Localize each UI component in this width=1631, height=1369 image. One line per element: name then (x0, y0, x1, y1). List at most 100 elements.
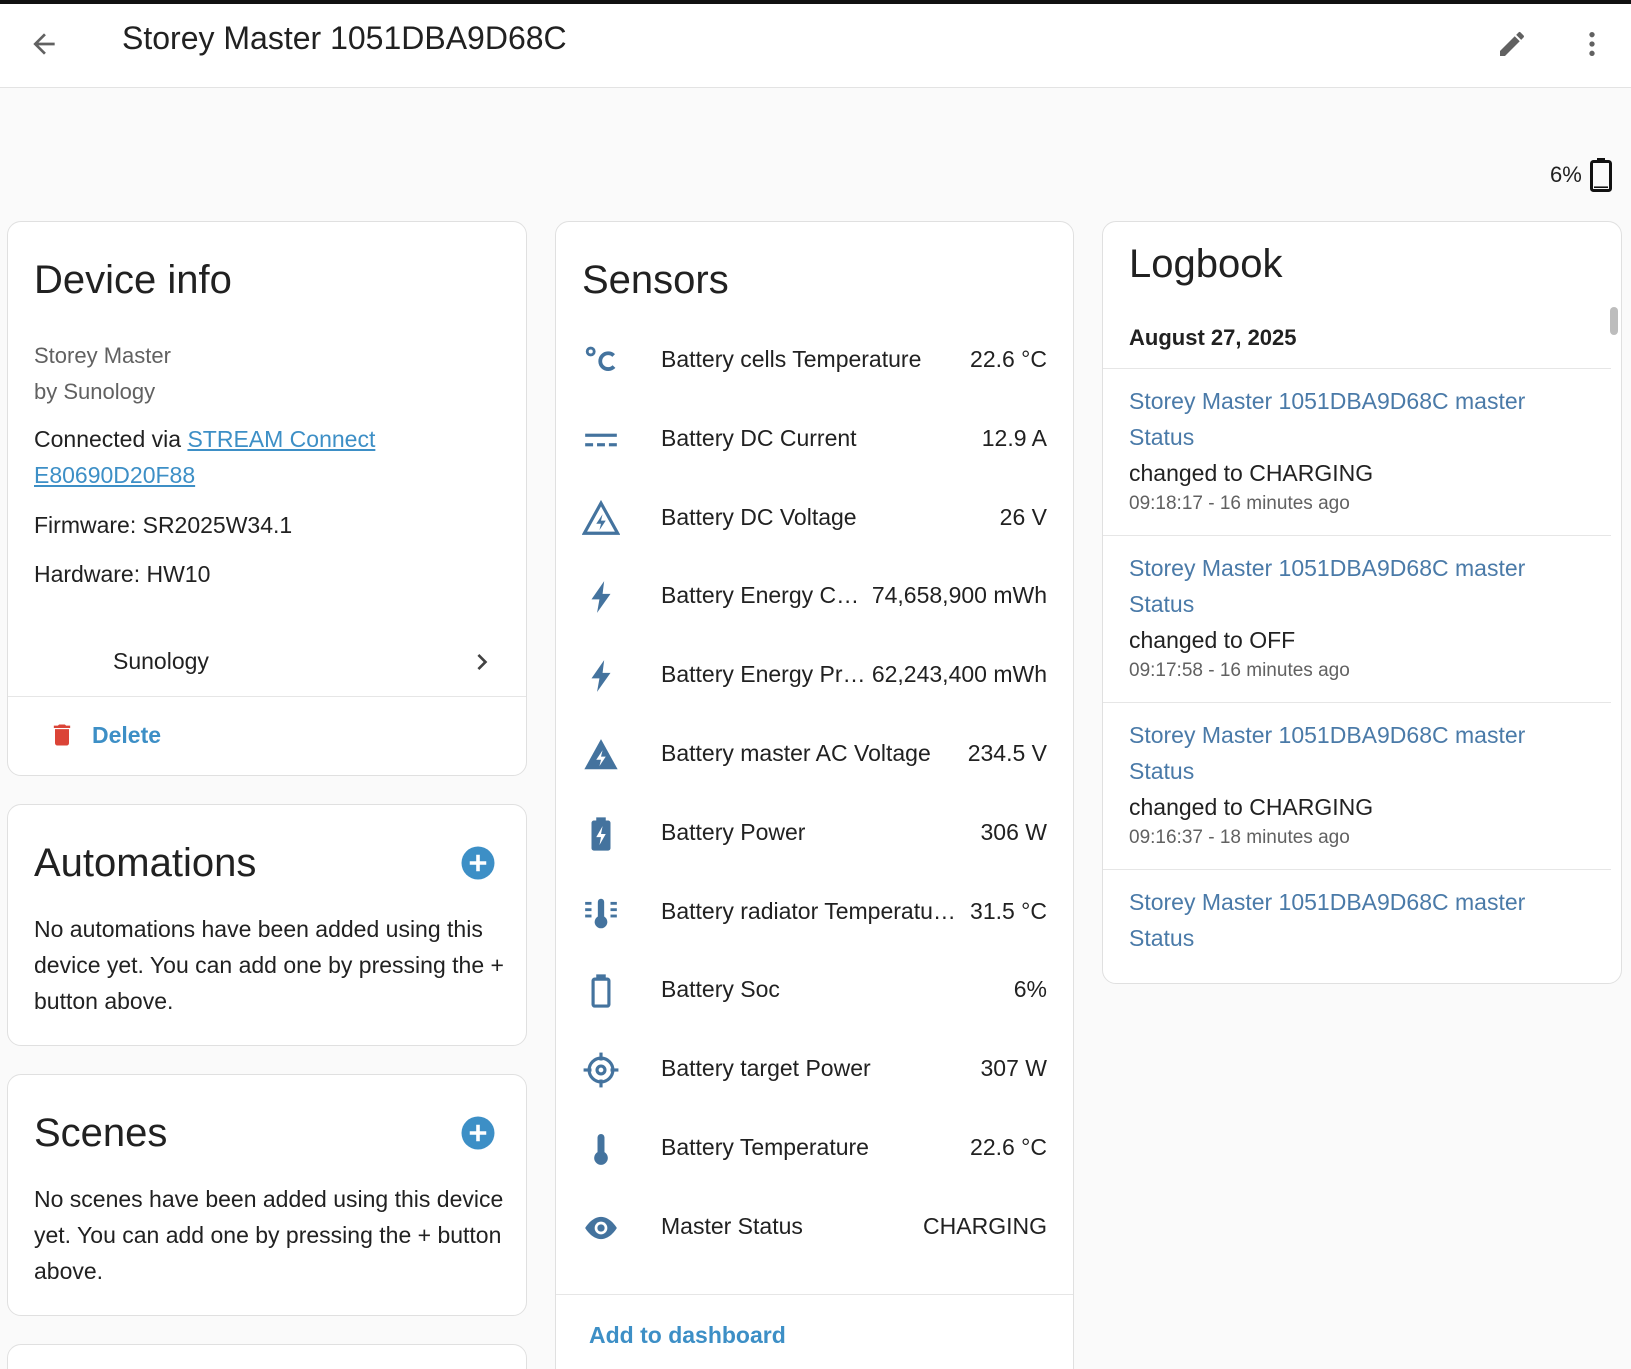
logbook-entity-link[interactable]: Storey Master 1051DBA9D68C master Status (1129, 717, 1549, 789)
card-divider (8, 696, 526, 697)
logbook-entity-link[interactable]: Storey Master 1051DBA9D68C master Status (1129, 550, 1549, 622)
sensor-row[interactable]: Battery Soc 6% (556, 952, 1075, 1031)
sensor-value: 307 W (980, 1055, 1047, 1082)
sensor-row[interactable]: Battery target Power 307 W (556, 1031, 1075, 1110)
connected-via-label: Connected via (34, 426, 182, 452)
more-options-button[interactable] (1572, 24, 1612, 64)
back-button[interactable] (24, 24, 64, 64)
chevron-right-icon (477, 654, 488, 670)
add-to-dashboard-button[interactable]: Add to dashboard (589, 1322, 786, 1349)
sensor-row[interactable]: Battery Energy Pr… 62,243,400 mWh (556, 637, 1075, 716)
logbook-change: changed to OFF (1129, 627, 1296, 653)
battery-charging-icon (582, 815, 620, 853)
logbook-entry: Storey Master 1051DBA9D68C master Status… (1103, 535, 1611, 702)
logbook-scrollbar[interactable] (1610, 307, 1618, 335)
battery-icon (1589, 158, 1612, 192)
sensor-value: CHARGING (923, 1212, 1047, 1239)
logbook-timestamp[interactable]: 09:16:37 - 18 minutes ago (1129, 827, 1350, 849)
integration-link-sunology[interactable]: Sunology (8, 632, 526, 694)
sensor-name: Battery radiator Temperatu… (661, 897, 956, 924)
hardware-version: Hardware: HW10 (34, 561, 211, 587)
sensor-name: Battery Energy Pr… (661, 661, 866, 688)
sensors-title: Sensors (582, 258, 729, 302)
sensor-row[interactable]: Battery DC Voltage 26 V (556, 480, 1075, 559)
app-bar: Storey Master 1051DBA9D68C (0, 4, 1631, 88)
add-automation-button[interactable] (460, 845, 496, 881)
sensor-name: Battery master AC Voltage (661, 740, 931, 766)
pencil-icon (1500, 31, 1525, 56)
thermometer-icon (582, 1130, 620, 1168)
device-model: Storey Master by Sunology (34, 338, 171, 410)
logbook-entity-link[interactable]: Storey Master 1051DBA9D68C master Status (1129, 884, 1549, 956)
scripts-card-partial (7, 1344, 527, 1369)
sensors-card: Sensors Battery cells Temperature 22.6 °C… (555, 221, 1074, 1369)
device-manufacturer: by Sunology (34, 379, 156, 404)
sensor-name: Battery target Power (661, 1055, 871, 1082)
logbook-entry: Storey Master 1051DBA9D68C master Status… (1103, 368, 1611, 535)
automations-empty-text: No automations have been added using thi… (34, 916, 504, 1014)
device-info-card: Device info Storey Master by Sunology Co… (7, 221, 527, 776)
sensor-row[interactable]: Battery Power 306 W (556, 795, 1075, 874)
sensor-value: 234.5 V (967, 740, 1047, 766)
connected-via-link-line2: E80690D20F88 (34, 462, 196, 488)
scenes-card: Scenes No scenes have been added using t… (7, 1074, 527, 1316)
logbook-entry: Storey Master 1051DBA9D68C master Status… (1103, 702, 1611, 869)
delete-device-button[interactable]: Delete (48, 719, 161, 751)
sensor-value: 62,243,400 mWh (871, 661, 1047, 688)
logbook-timestamp[interactable]: 09:18:17 - 16 minutes ago (1129, 493, 1350, 515)
sensor-name: Battery Soc (661, 976, 780, 1003)
automations-title: Automations (34, 841, 257, 885)
edit-button[interactable] (1492, 24, 1532, 64)
delete-label: Delete (92, 721, 162, 748)
device-info-title: Device info (34, 258, 232, 302)
eye-icon (582, 1209, 620, 1247)
arrow-left-icon (33, 33, 55, 55)
sensor-row[interactable]: Master Status CHARGING (556, 1189, 1075, 1268)
sensor-name: Battery cells Temperature (661, 346, 922, 372)
device-model-name: Storey Master (34, 343, 171, 368)
sensor-name: Battery Power (661, 818, 806, 845)
logbook-change: changed to CHARGING (1129, 794, 1374, 820)
battery-level-indicator: 6% (1550, 158, 1612, 192)
logbook-entry: Storey Master 1051DBA9D68C master Status (1103, 869, 1611, 983)
crosshairs-icon (582, 1051, 620, 1089)
sensor-row[interactable]: Battery cells Temperature 22.6 °C (556, 322, 1075, 401)
card-divider (556, 1294, 1073, 1295)
sensor-row[interactable]: Battery DC Current 12.9 A (556, 401, 1075, 480)
flash-triangle-outline-icon (582, 499, 620, 538)
integration-label: Sunology (113, 648, 209, 674)
logbook-entity-link[interactable]: Storey Master 1051DBA9D68C master Status (1129, 383, 1549, 455)
logbook-date: August 27, 2025 (1129, 325, 1297, 350)
flash-triangle-icon (582, 736, 620, 774)
add-scene-button[interactable] (460, 1115, 496, 1151)
scenes-title: Scenes (34, 1111, 168, 1155)
sensor-value: 306 W (980, 818, 1047, 845)
lightning-bolt-icon (582, 657, 620, 695)
sensor-value: 22.6 °C (970, 346, 1047, 372)
current-dc-icon (582, 421, 620, 459)
scenes-empty-text: No scenes have been added using this dev… (34, 1186, 504, 1284)
sensor-name: Battery Temperature (661, 1134, 869, 1160)
sensor-value: 26 V (999, 503, 1047, 530)
sensor-row[interactable]: Battery radiator Temperatu… 31.5 °C (556, 874, 1075, 953)
sensor-name: Battery DC Current (661, 424, 857, 451)
logbook-timestamp[interactable]: 09:17:58 - 16 minutes ago (1129, 660, 1350, 682)
thermometer-lines-icon (582, 894, 620, 932)
sensor-row[interactable]: Battery Energy C… 74,658,900 mWh (556, 558, 1075, 637)
firmware-version: Firmware: SR2025W34.1 (34, 512, 293, 538)
logbook-title: Logbook (1129, 242, 1283, 286)
automations-card: Automations No automations have been add… (7, 804, 527, 1046)
connected-via: Connected via STREAM Connect E80690D20F88 (34, 421, 494, 493)
logbook-change: changed to CHARGING (1129, 460, 1374, 486)
sensor-value: 31.5 °C (970, 897, 1047, 924)
sensor-value: 22.6 °C (970, 1134, 1047, 1160)
trash-icon (53, 724, 71, 746)
connected-via-link-line1: STREAM Connect (187, 426, 376, 452)
celsius-icon (582, 342, 620, 380)
sensor-name: Master Status (661, 1212, 803, 1239)
sensor-row[interactable]: Battery Temperature 22.6 °C (556, 1110, 1075, 1189)
sensor-name: Battery Energy C… (661, 582, 860, 609)
sensor-row[interactable]: Battery master AC Voltage 234.5 V (556, 716, 1075, 795)
battery-outline-icon (582, 972, 620, 1010)
dots-vertical-icon (1589, 32, 1595, 56)
